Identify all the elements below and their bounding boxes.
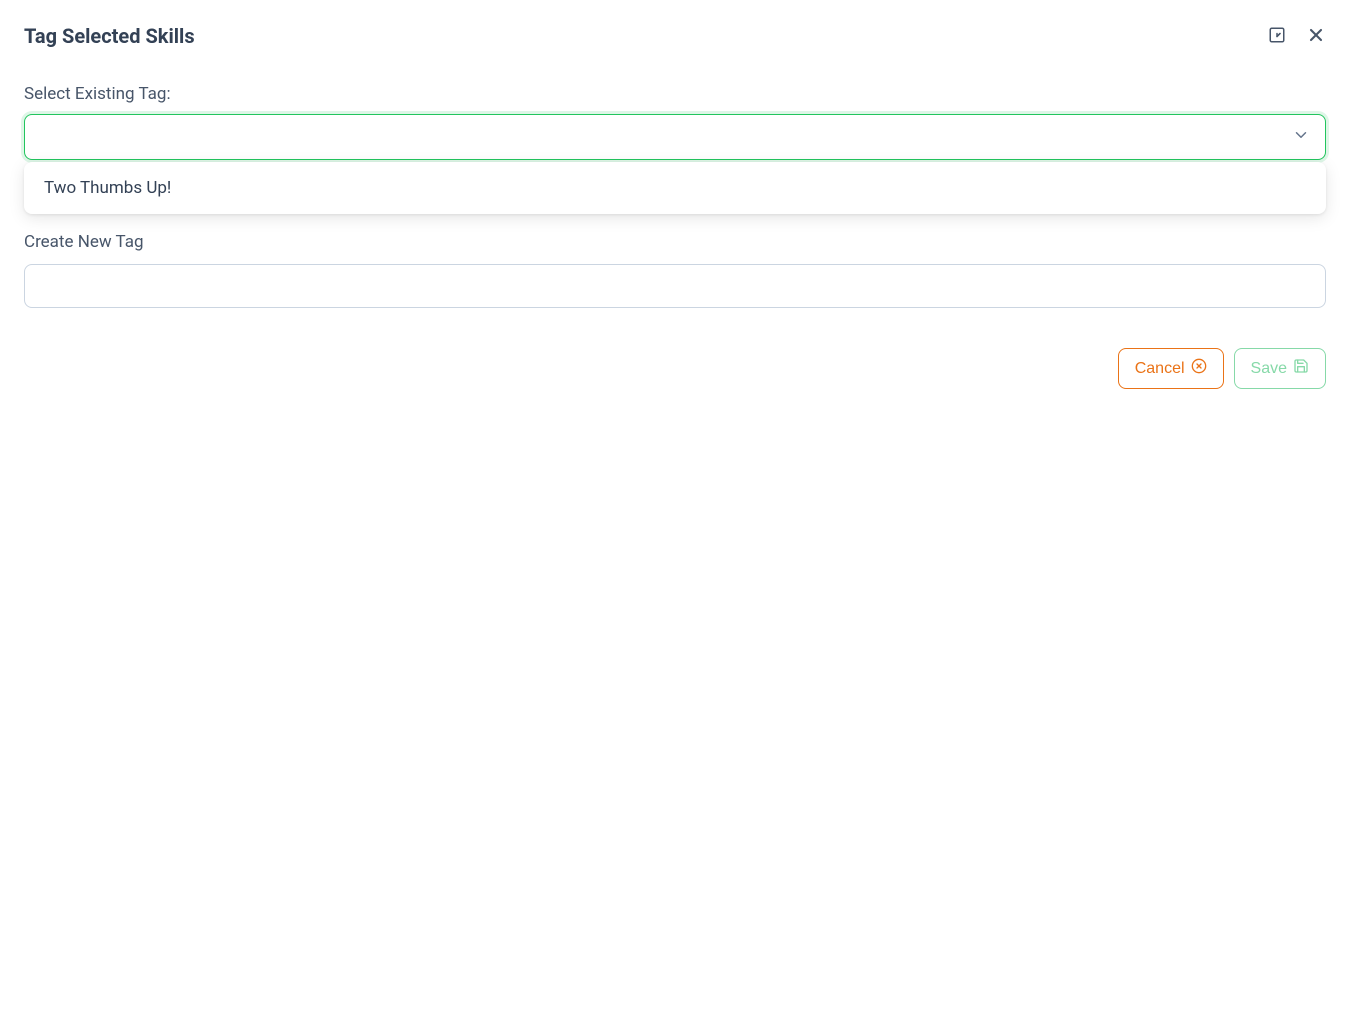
close-button[interactable] xyxy=(1306,25,1326,48)
dropdown-option[interactable]: Two Thumbs Up! xyxy=(24,168,1326,208)
tag-select-input[interactable] xyxy=(24,114,1326,160)
cancel-button-label: Cancel xyxy=(1135,360,1185,378)
close-icon xyxy=(1306,25,1326,48)
shrink-icon xyxy=(1268,26,1286,47)
cancel-circle-x-icon xyxy=(1191,358,1207,379)
shrink-button[interactable] xyxy=(1268,26,1286,47)
tag-dropdown-list: Two Thumbs Up! xyxy=(24,162,1326,214)
save-button-label: Save xyxy=(1251,360,1287,378)
create-new-tag-label: Create New Tag xyxy=(24,232,1326,252)
modal-title: Tag Selected Skills xyxy=(24,24,195,48)
modal-header: Tag Selected Skills xyxy=(24,24,1326,48)
save-button[interactable]: Save xyxy=(1234,348,1326,389)
header-icons xyxy=(1268,25,1326,48)
create-new-tag-input[interactable] xyxy=(24,264,1326,308)
select-existing-tag-label: Select Existing Tag: xyxy=(24,84,1326,104)
select-wrapper: Two Thumbs Up! xyxy=(24,114,1326,160)
save-floppy-icon xyxy=(1293,358,1309,379)
cancel-button[interactable]: Cancel xyxy=(1118,348,1224,389)
create-new-tag-group: Create New Tag xyxy=(24,232,1326,308)
tag-skills-modal: Tag Selected Skills xyxy=(0,0,1350,1033)
select-existing-tag-group: Select Existing Tag: Two Thumbs Up! xyxy=(24,84,1326,160)
button-row: Cancel Save xyxy=(24,348,1326,389)
